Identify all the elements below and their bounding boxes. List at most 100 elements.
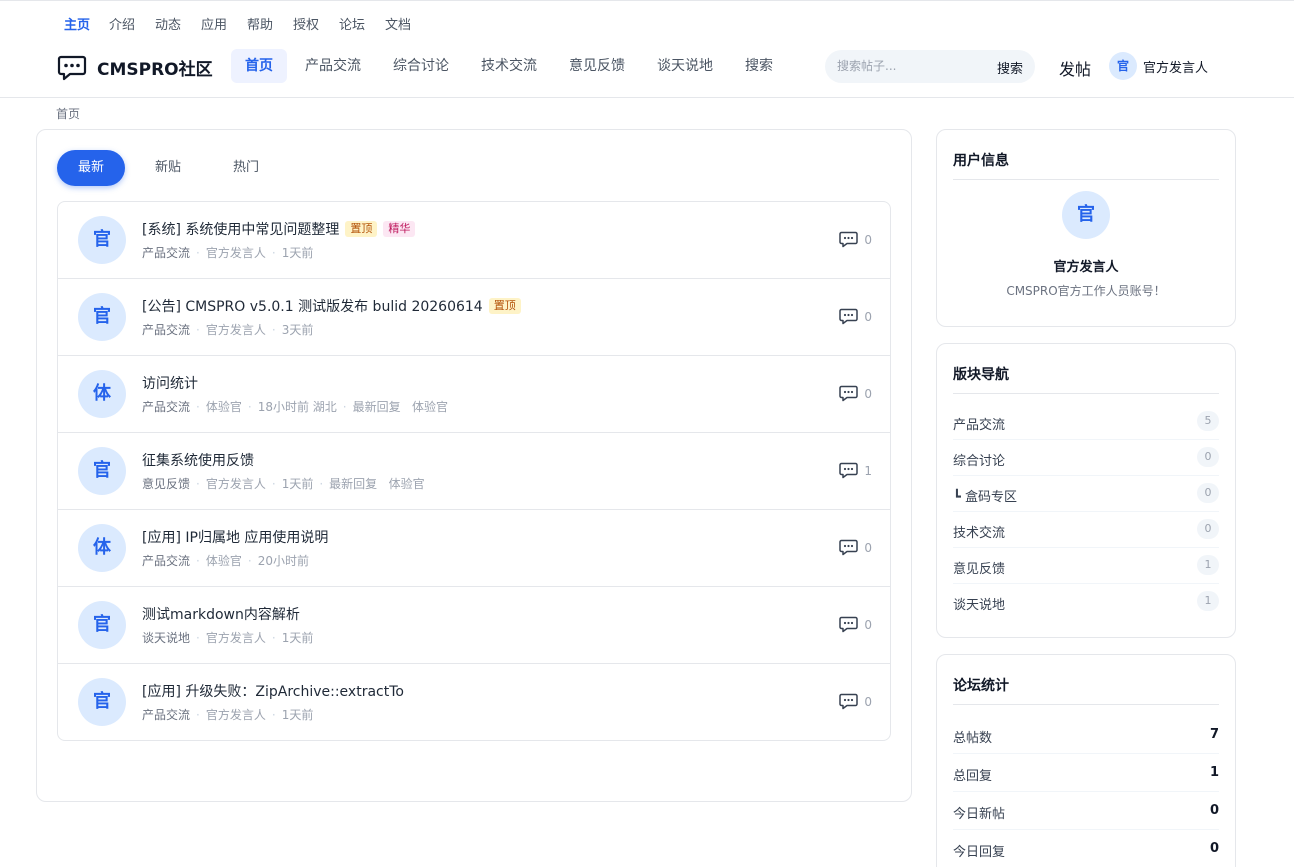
avatar[interactable]: 官 xyxy=(78,293,126,341)
thread-title[interactable]: 征集系统使用反馈 xyxy=(142,450,254,470)
stat-value: 0 xyxy=(1209,841,1219,856)
board-nav-item[interactable]: 技术交流 0 xyxy=(953,512,1219,548)
nav-search[interactable]: 搜索 xyxy=(731,49,787,83)
thread-row[interactable]: 官 [系统] 系统使用中常见问题整理 置顶 精华 产品交流 · 官方发言人 · 1天前 0 xyxy=(58,202,890,279)
topnav-docs[interactable]: 文档 xyxy=(385,14,411,33)
stat-row: 今日新帖 0 xyxy=(953,792,1219,830)
board-label[interactable]: 综合讨论 xyxy=(953,450,1005,469)
thread-title-text[interactable]: [应用] IP归属地 应用使用说明 xyxy=(142,527,328,547)
thread-row[interactable]: 官 [公告] CMSPRO v5.0.1 测试版发布 bulid 20260614… xyxy=(58,279,890,356)
comment-count[interactable]: 0 xyxy=(839,616,872,633)
tab-latest[interactable]: 最新 xyxy=(57,150,126,186)
thread-title-text[interactable]: [系统] 系统使用中常见问题整理 xyxy=(142,219,339,239)
board-nav-item[interactable]: 产品交流 5 xyxy=(953,404,1219,440)
board-label[interactable]: ┗ 盒码专区 xyxy=(953,486,1017,505)
board-nav-item[interactable]: 意见反馈 1 xyxy=(953,548,1219,584)
thread-category[interactable]: 产品交流 xyxy=(142,708,190,722)
thread-category[interactable]: 意见反馈 xyxy=(142,477,190,491)
site-logo[interactable]: CMSPRO社区 xyxy=(57,52,213,82)
thread-meta: 谈天说地 · 官方发言人 · 1天前 xyxy=(142,629,313,646)
separator: · xyxy=(196,631,200,645)
board-nav-item[interactable]: ┗ 盒码专区 0 xyxy=(953,476,1219,512)
separator: · xyxy=(271,246,276,260)
thread-title[interactable]: 测试markdown内容解析 xyxy=(142,604,300,624)
thread-title-text[interactable]: [公告] CMSPRO v5.0.1 测试版发布 bulid 20260614 xyxy=(142,296,483,316)
comment-count[interactable]: 1 xyxy=(839,462,872,479)
tab-new[interactable]: 新贴 xyxy=(134,150,202,186)
thread-author[interactable]: 官方发言人 xyxy=(206,477,266,491)
comment-icon xyxy=(839,693,864,710)
thread-title[interactable]: [系统] 系统使用中常见问题整理 置顶 精华 xyxy=(142,219,416,239)
tab-hot[interactable]: 热门 xyxy=(212,150,280,186)
topnav-apps[interactable]: 应用 xyxy=(201,14,227,33)
topnav-forum[interactable]: 论坛 xyxy=(339,14,365,33)
thread-author[interactable]: 体验官 xyxy=(206,400,242,414)
nav-feedback[interactable]: 意见反馈 xyxy=(555,49,639,83)
nav-home[interactable]: 首页 xyxy=(231,49,287,83)
board-nav-item[interactable]: 谈天说地 1 xyxy=(953,584,1219,620)
thread-category[interactable]: 产品交流 xyxy=(142,400,190,414)
thread-author[interactable]: 官方发言人 xyxy=(206,246,266,260)
nav-product[interactable]: 产品交流 xyxy=(291,49,375,83)
avatar[interactable]: 官 xyxy=(78,678,126,726)
thread-title[interactable]: [应用] IP归属地 应用使用说明 xyxy=(142,527,328,547)
search-button[interactable]: 搜索 xyxy=(997,58,1023,77)
board-nav-item[interactable]: 综合讨论 0 xyxy=(953,440,1219,476)
nav-tech[interactable]: 技术交流 xyxy=(467,49,551,83)
thread-title-text[interactable]: 征集系统使用反馈 xyxy=(142,450,254,470)
thread-title-text[interactable]: 测试markdown内容解析 xyxy=(142,604,300,624)
thread-author[interactable]: 官方发言人 xyxy=(206,631,266,645)
avatar[interactable]: 官 xyxy=(78,601,126,649)
breadcrumb[interactable]: 首页 xyxy=(56,105,80,122)
comment-count[interactable]: 0 xyxy=(839,308,872,325)
user-name[interactable]: 官方发言人 xyxy=(937,256,1235,275)
topnav-news[interactable]: 动态 xyxy=(155,14,181,33)
comment-count[interactable]: 0 xyxy=(839,385,872,402)
thread-category[interactable]: 产品交流 xyxy=(142,323,190,337)
topnav-home[interactable]: 主页 xyxy=(64,14,90,33)
thread-category[interactable]: 产品交流 xyxy=(142,554,190,568)
comment-count[interactable]: 0 xyxy=(839,539,872,556)
board-label[interactable]: 产品交流 xyxy=(953,414,1005,433)
nav-general[interactable]: 综合讨论 xyxy=(379,49,463,83)
user-menu[interactable]: 官 官方发言人 xyxy=(1109,52,1208,80)
thread-row[interactable]: 体 [应用] IP归属地 应用使用说明 产品交流 · 体验官 · 20小时前 0 xyxy=(58,510,890,587)
thread-title-text[interactable]: [应用] 升级失败：ZipArchive::extractTo xyxy=(142,681,404,701)
thread-title[interactable]: [应用] 升级失败：ZipArchive::extractTo xyxy=(142,681,404,701)
nav-chat[interactable]: 谈天说地 xyxy=(643,49,727,83)
thread-author[interactable]: 官方发言人 xyxy=(206,708,266,722)
board-count-badge: 1 xyxy=(1197,591,1219,611)
board-count-badge: 0 xyxy=(1197,447,1219,467)
topnav-help[interactable]: 帮助 xyxy=(247,14,273,33)
thread-row[interactable]: 官 [应用] 升级失败：ZipArchive::extractTo 产品交流 · 官方发… xyxy=(58,664,890,740)
comment-count[interactable]: 0 xyxy=(839,231,872,248)
separator: · xyxy=(247,400,252,414)
thread-row[interactable]: 官测试markdown内容解析 谈天说地 · 官方发言人 · 1天前 0 xyxy=(58,587,890,664)
board-label[interactable]: 谈天说地 xyxy=(953,594,1005,613)
thread-category[interactable]: 产品交流 xyxy=(142,246,190,260)
avatar[interactable]: 体 xyxy=(78,524,126,572)
avatar[interactable]: 体 xyxy=(78,370,126,418)
thread-title-text[interactable]: 访问统计 xyxy=(142,373,198,393)
board-label[interactable]: 技术交流 xyxy=(953,522,1005,541)
thread-row[interactable]: 体访问统计 产品交流 · 体验官 · 18小时前 湖北 · 最新回复 体验官 0 xyxy=(58,356,890,433)
user-info-card: 用户信息 官 官方发言人 CMSPRO官方工作人员账号！ xyxy=(936,129,1236,327)
thread-title[interactable]: 访问统计 xyxy=(142,373,198,393)
thread-category[interactable]: 谈天说地 xyxy=(142,631,190,645)
thread-author[interactable]: 官方发言人 xyxy=(206,323,266,337)
thread-title[interactable]: [公告] CMSPRO v5.0.1 测试版发布 bulid 20260614 置… xyxy=(142,296,521,316)
avatar[interactable]: 官 xyxy=(78,447,126,495)
search-input[interactable] xyxy=(837,57,987,75)
board-label[interactable]: 意见反馈 xyxy=(953,558,1005,577)
divider xyxy=(953,393,1219,394)
comment-count[interactable]: 0 xyxy=(839,693,872,710)
thread-row[interactable]: 官征集系统使用反馈 意见反馈 · 官方发言人 · 1天前 · 最新回复 体验官 1 xyxy=(58,433,890,510)
topnav-intro[interactable]: 介绍 xyxy=(109,14,135,33)
comment-icon xyxy=(839,616,864,633)
comment-icon xyxy=(839,385,864,402)
topnav-license[interactable]: 授权 xyxy=(293,14,319,33)
new-post-button[interactable]: 发帖 xyxy=(1059,56,1091,80)
avatar[interactable]: 官 xyxy=(78,216,126,264)
thread-author[interactable]: 体验官 xyxy=(206,554,242,568)
avatar[interactable]: 官 xyxy=(1062,191,1110,239)
